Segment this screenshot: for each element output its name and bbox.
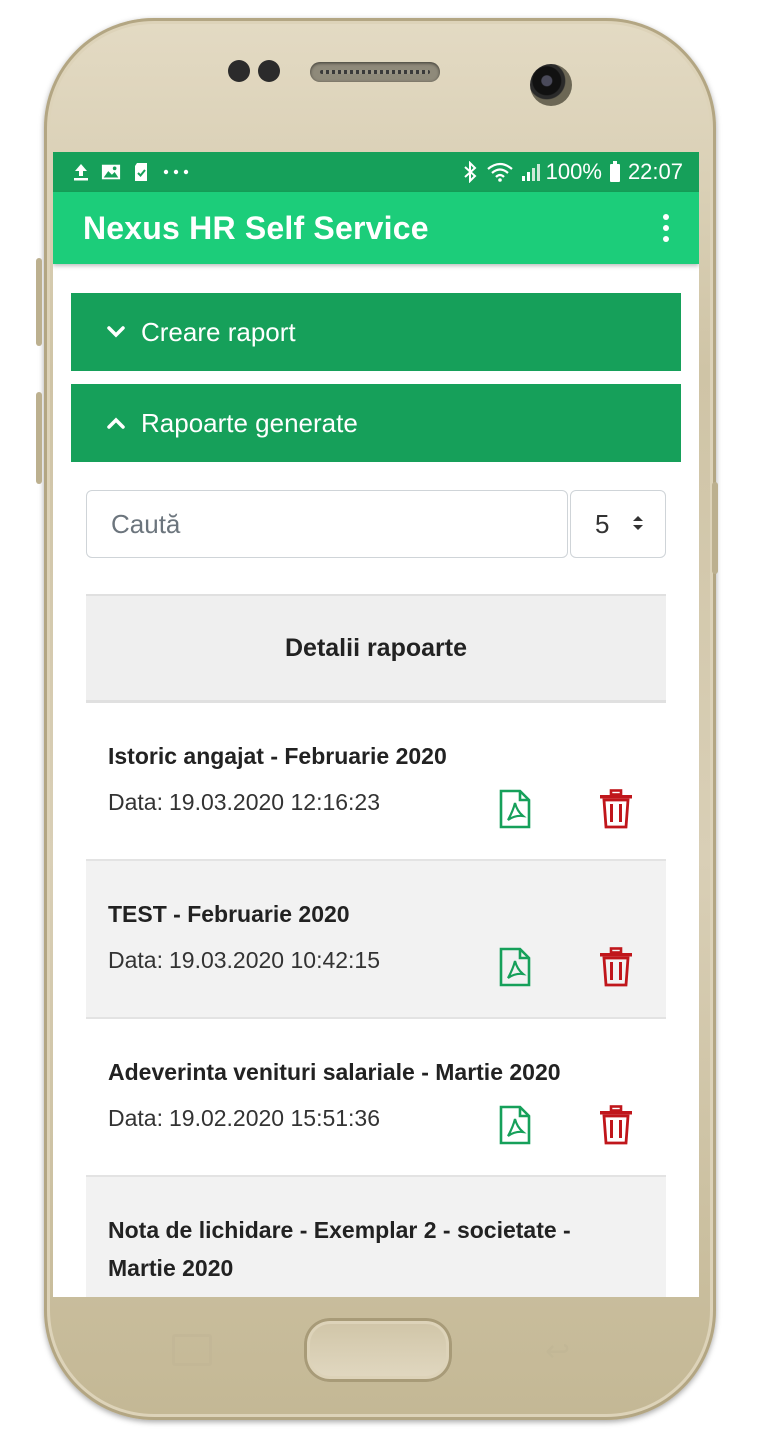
accordion-creare-raport[interactable]: Creare raport [71,293,681,371]
bluetooth-icon [460,161,480,183]
chevron-down-icon [105,321,127,343]
image-icon [101,162,121,182]
accordion-label: Creare raport [141,316,296,347]
volume-button [36,258,42,346]
bixby-button [36,392,42,484]
battery-icon [608,161,622,182]
more-icon [161,162,191,182]
main-content: Creare raport Rapoarte generate 5 Detali… [53,264,699,1297]
trash-icon[interactable] [598,947,634,987]
report-title: Istoric angajat - Februarie 2020 [108,743,447,769]
page-size-value: 5 [595,508,610,539]
status-bar: 100% 22:07 [53,152,699,192]
date-label: Data: [108,947,163,973]
date-label: Data: [108,789,163,815]
date-value: 19.03.2020 10:42:15 [168,947,381,973]
report-title: TEST - Februarie 2020 [108,901,350,927]
screen: 100% 22:07 Nexus HR Self Service Creare … [53,152,699,1297]
report-date: Data: 19.02.2020 15:51:36 [108,1105,644,1132]
light-sensor [258,60,280,82]
wifi-icon [486,162,514,182]
date-value: 19.03.2020 12:16:23 [168,789,381,815]
recent-apps-key[interactable] [172,1334,212,1366]
more-vert-icon[interactable] [661,214,671,242]
upload-icon [71,162,91,182]
sim-icon [131,162,151,182]
back-key[interactable]: ↩ [545,1334,570,1369]
app-bar: Nexus HR Self Service [53,192,699,264]
pdf-icon[interactable] [498,789,532,829]
clock: 22:07 [627,159,683,184]
earpiece-speaker [310,62,440,82]
signal-icon [520,162,540,182]
battery-percent: 100% [545,159,602,184]
accordion-rapoarte-generate[interactable]: Rapoarte generate [71,384,681,462]
proximity-sensor [228,60,250,82]
table-row: Nota de lichidare - Exemplar 2 - societa… [86,1177,666,1297]
pdf-icon[interactable] [498,1105,532,1145]
accordion-label: Rapoarte generate [141,407,358,438]
date-label: Data: [108,1105,163,1131]
app-title: Nexus HR Self Service [83,209,429,246]
search-field[interactable] [86,490,568,558]
search-input[interactable] [109,507,567,541]
trash-icon[interactable] [598,1105,634,1145]
home-button[interactable] [304,1318,452,1382]
chevron-up-icon [105,412,127,434]
power-button [712,482,718,574]
reports-table: Detalii rapoarte Istoric angajat - Febru… [86,594,666,1297]
report-title: Nota de lichidare - Exemplar 2 - societa… [108,1217,571,1281]
table-row: TEST - Februarie 2020 Data: 19.03.2020 10… [86,861,666,1019]
filters-row: 5 [86,490,666,558]
table-header: Detalii rapoarte [86,594,666,703]
trash-icon[interactable] [598,789,634,829]
report-title: Adeverinta venituri salariale - Martie 2… [108,1059,561,1085]
page-size-select[interactable]: 5 [570,490,666,558]
report-date: Data: 19.03.2020 12:16:23 [108,789,644,816]
front-camera [530,64,572,106]
table-row: Istoric angajat - Februarie 2020 Data: 19… [86,703,666,861]
pdf-icon[interactable] [498,947,532,987]
date-value: 19.02.2020 15:51:36 [168,1105,381,1131]
sort-arrows-icon [631,509,645,540]
table-row: Adeverinta venituri salariale - Martie 2… [86,1019,666,1177]
report-date: Data: 19.03.2020 10:42:15 [108,947,644,974]
